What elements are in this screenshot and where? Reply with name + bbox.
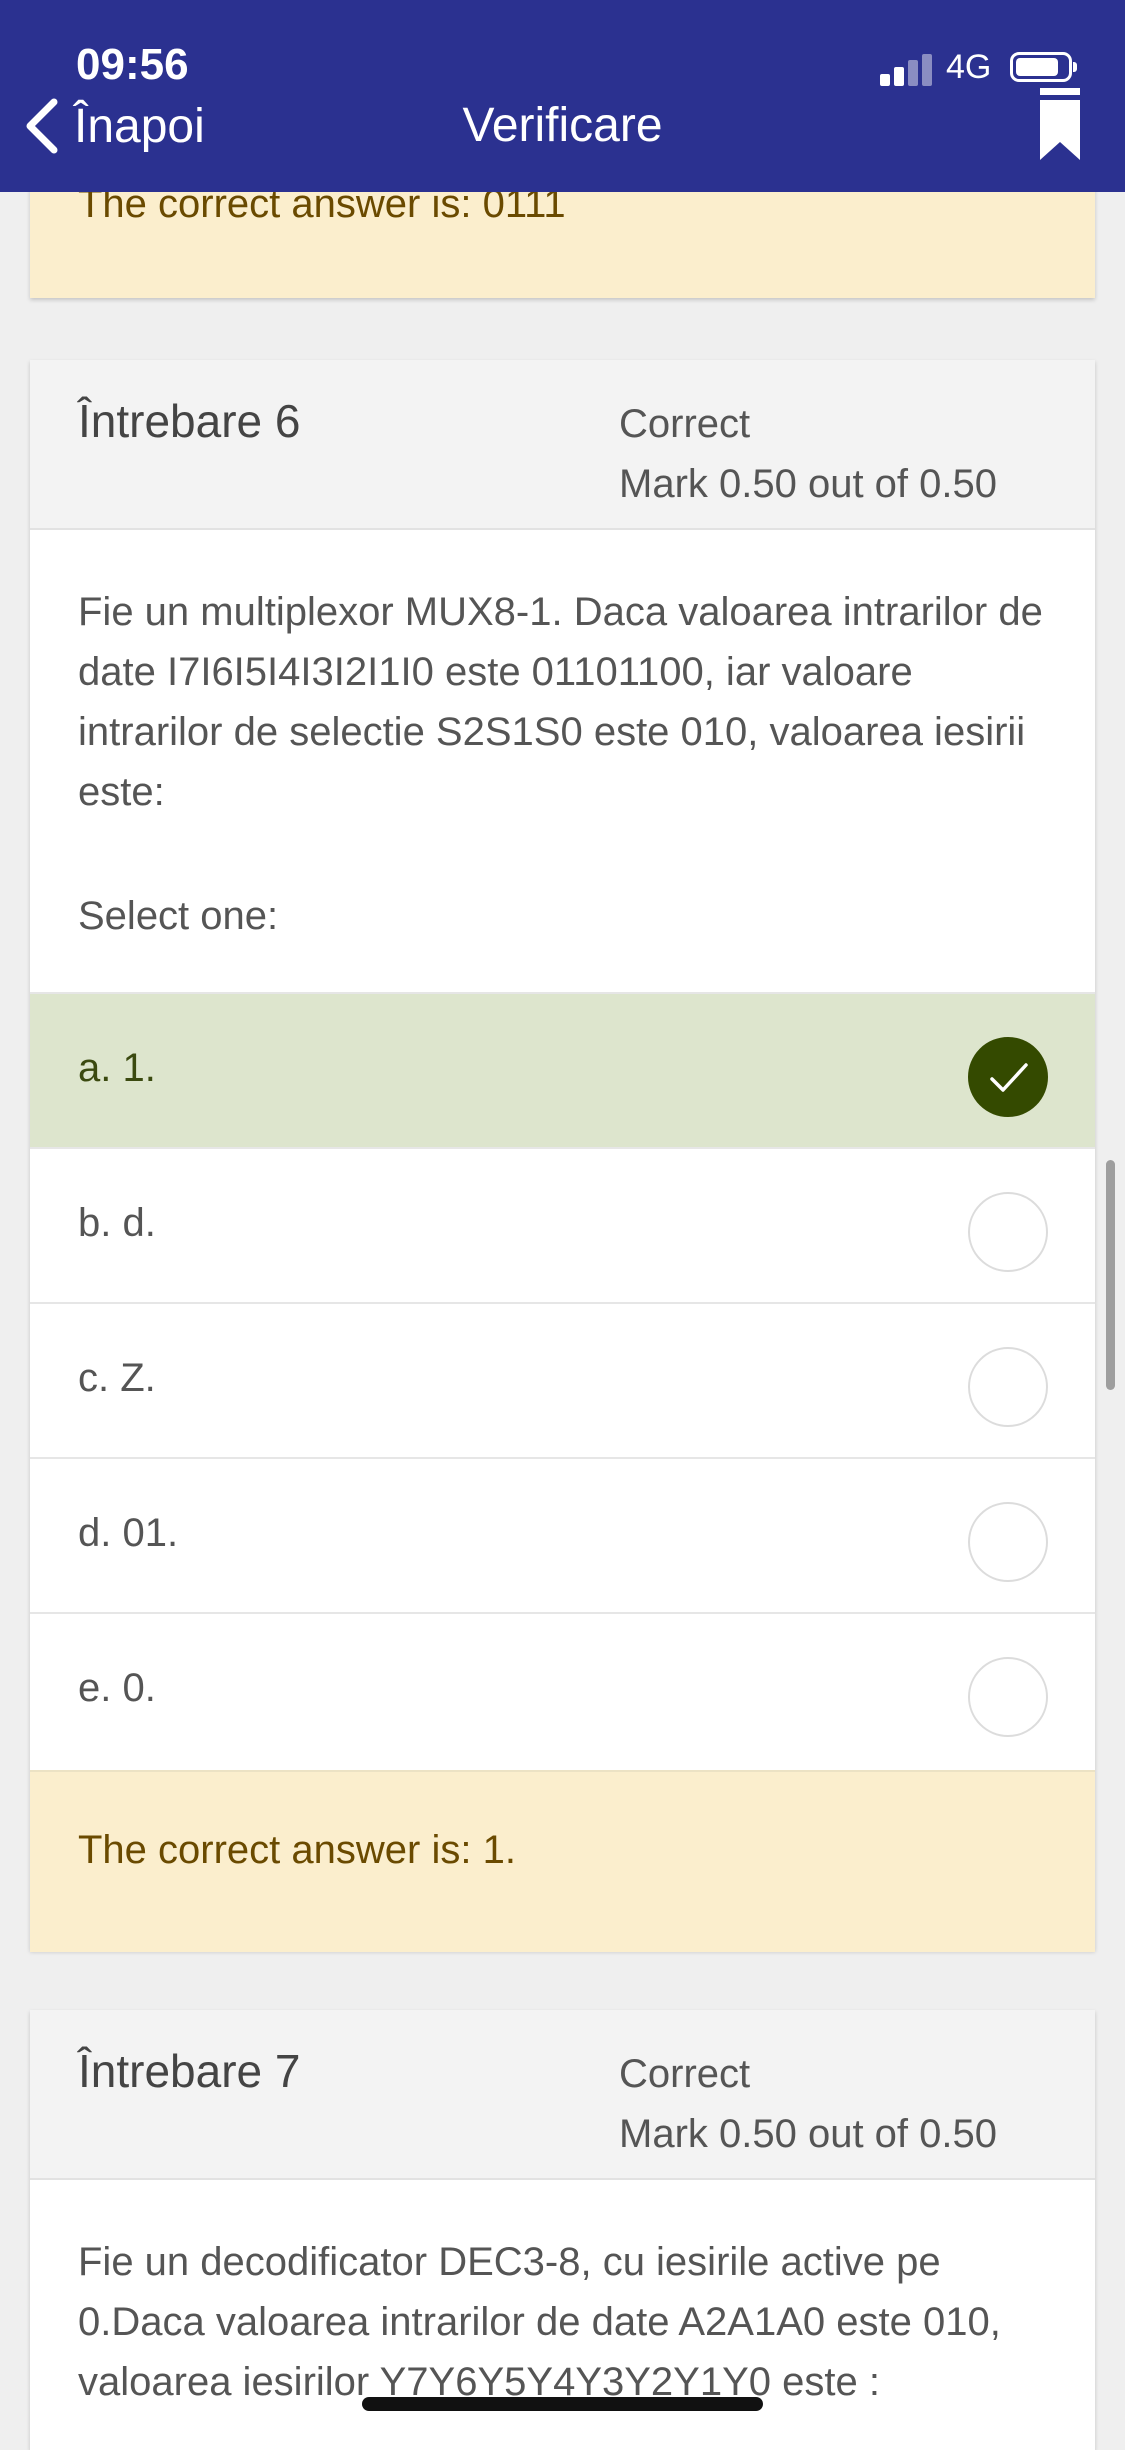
mark-label: Mark 0.50 out of 0.50 xyxy=(619,462,998,506)
radio-unchecked[interactable] xyxy=(968,1347,1048,1427)
question-text: Fie un multiplexor MUX8-1. Daca valoarea… xyxy=(78,590,1043,814)
question-number: Întrebare 6 xyxy=(78,395,301,447)
option-label: b. d. xyxy=(78,1201,156,1245)
option-label: d. 01. xyxy=(78,1511,179,1555)
question-status: Correct Mark 0.50 out of 0.50 xyxy=(619,394,997,514)
mark-label: Mark 0.50 out of 0.50 xyxy=(619,2112,998,2156)
scrollbar[interactable] xyxy=(1106,1160,1115,1390)
radio-checked[interactable] xyxy=(968,1037,1048,1117)
option-b[interactable]: b. d. xyxy=(30,1147,1095,1302)
option-label: a. 1. xyxy=(78,1046,156,1090)
radio-unchecked[interactable] xyxy=(968,1192,1048,1272)
top-bar: 09:56 4G Înapoi Verificare xyxy=(0,0,1125,192)
select-prompt: Select one: xyxy=(78,894,279,938)
battery-icon xyxy=(1010,52,1077,82)
question-card: Întrebare 7 Correct Mark 0.50 out of 0.5… xyxy=(30,2010,1095,2450)
signal-icon xyxy=(880,54,932,86)
option-d[interactable]: d. 01. xyxy=(30,1457,1095,1612)
question-number: Întrebare 7 xyxy=(78,2045,301,2097)
question-status: Correct Mark 0.50 out of 0.50 xyxy=(619,2044,997,2164)
home-indicator[interactable] xyxy=(362,2397,763,2411)
status-time: 09:56 xyxy=(76,40,189,89)
option-e[interactable]: e. 0. xyxy=(30,1612,1095,1767)
network-label: 4G xyxy=(946,48,992,86)
radio-unchecked[interactable] xyxy=(968,1502,1048,1582)
status-label: Correct xyxy=(619,2052,751,2096)
option-a[interactable]: a. 1. xyxy=(30,992,1095,1147)
bookmark-icon[interactable] xyxy=(1040,88,1080,160)
status-label: Correct xyxy=(619,402,751,446)
option-label: e. 0. xyxy=(78,1666,156,1710)
question-header: Întrebare 7 Correct Mark 0.50 out of 0.5… xyxy=(30,2010,1095,2180)
correct-answer-feedback: The correct answer is: 1. xyxy=(30,1770,1095,1952)
check-icon xyxy=(990,1063,1028,1092)
option-label: c. Z. xyxy=(78,1356,156,1400)
feedback-text: The correct answer is: 1. xyxy=(78,1828,516,1872)
question-card: Întrebare 6 Correct Mark 0.50 out of 0.5… xyxy=(30,360,1095,1952)
radio-unchecked[interactable] xyxy=(968,1657,1048,1737)
option-c[interactable]: c. Z. xyxy=(30,1302,1095,1457)
question-text: Fie un decodificator DEC3-8, cu iesirile… xyxy=(78,2240,1001,2404)
page-title: Verificare xyxy=(462,99,663,152)
question-header: Întrebare 6 Correct Mark 0.50 out of 0.5… xyxy=(30,360,1095,530)
